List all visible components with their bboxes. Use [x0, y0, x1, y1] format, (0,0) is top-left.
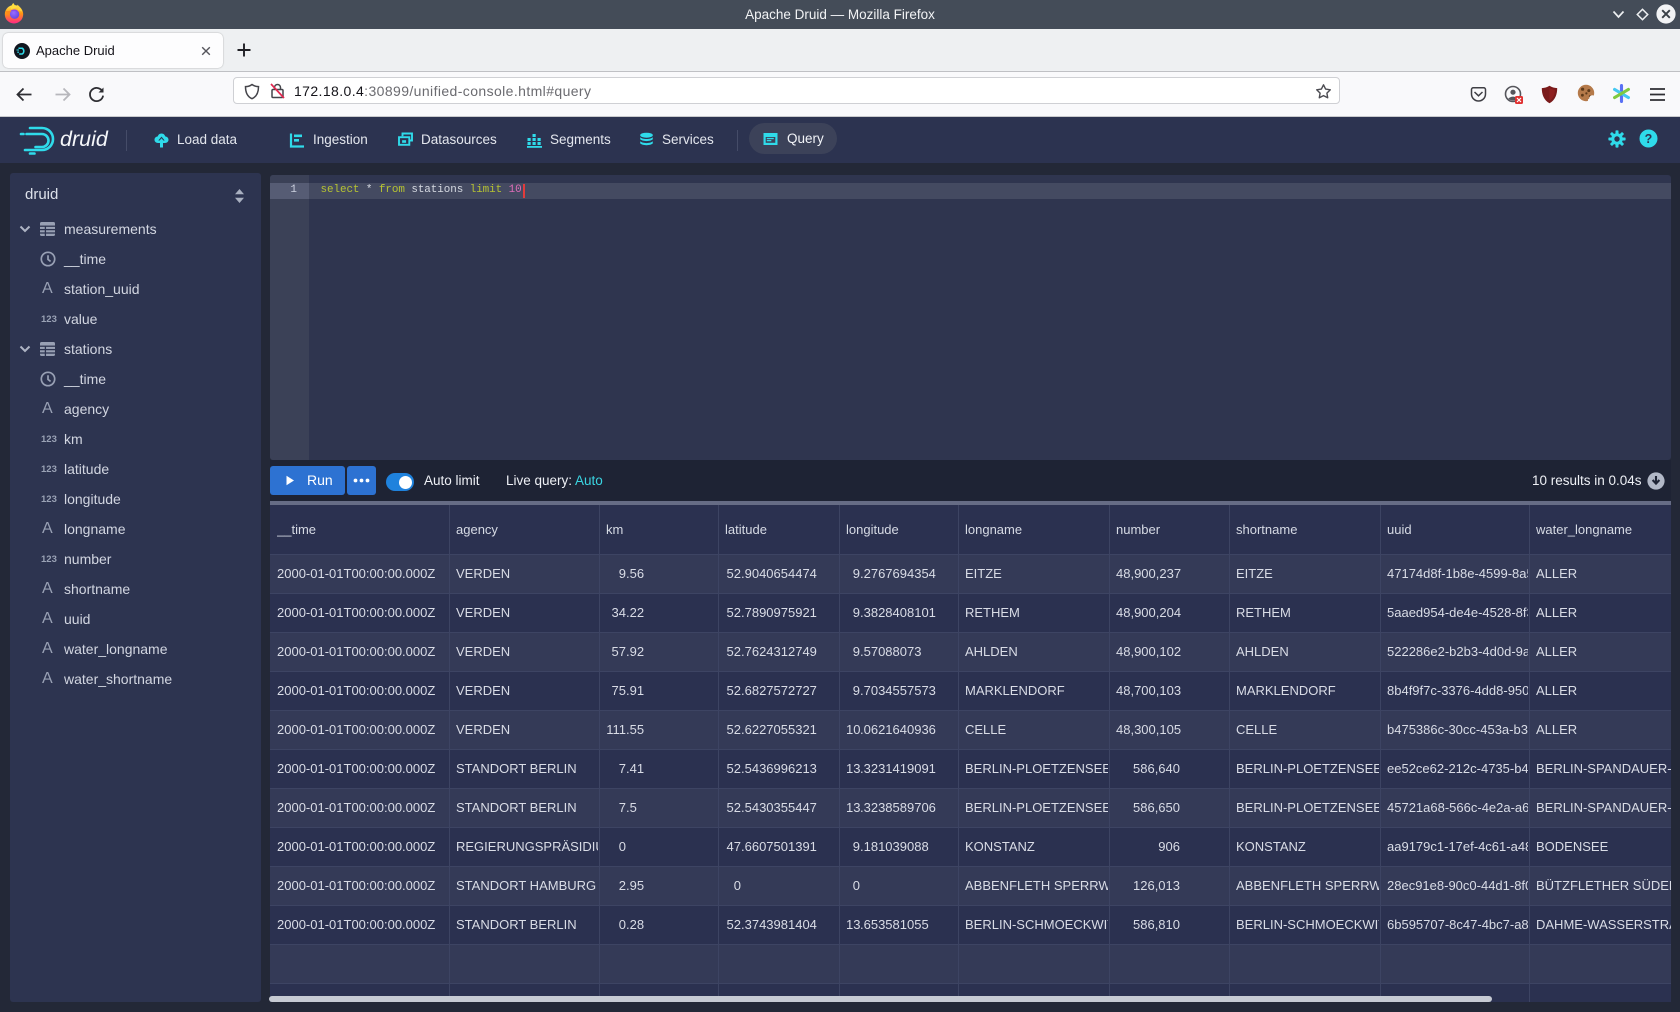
svg-text:?: ? [1645, 132, 1653, 146]
